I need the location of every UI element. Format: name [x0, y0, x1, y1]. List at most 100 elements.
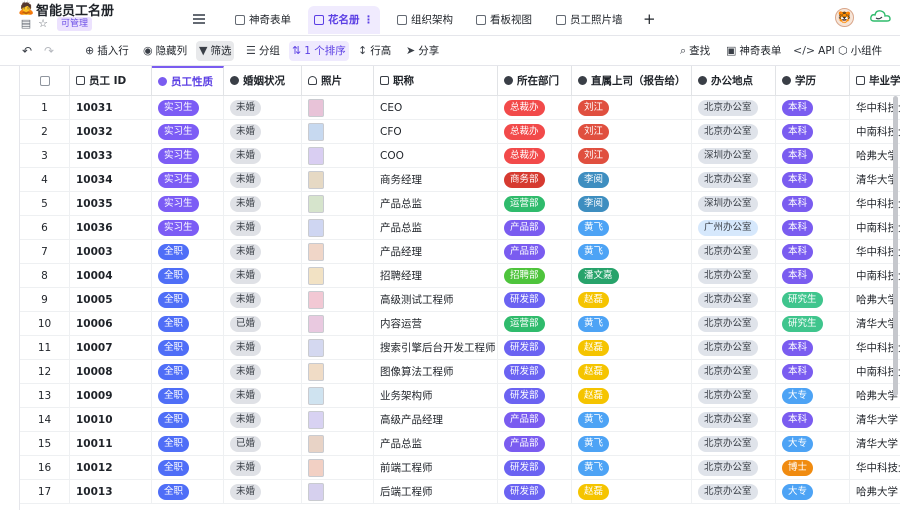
table-row[interactable]: 17 10013 全职 未婚 后端工程师 研发部 赵磊 北京办公室 大专 哈弗大学: [20, 480, 900, 504]
col-header-dept[interactable]: 所在部门: [498, 66, 572, 95]
employee-id-cell[interactable]: 10013: [70, 480, 152, 503]
employee-type-badge-cell[interactable]: 全职: [152, 432, 224, 455]
employee-id-cell[interactable]: 10010: [70, 408, 152, 431]
office-badge-cell[interactable]: 深圳办公室: [692, 144, 776, 167]
photo-thumbnail-cell[interactable]: [302, 192, 374, 215]
photo-thumbnail-cell[interactable]: [302, 120, 374, 143]
col-header-title[interactable]: 职称: [374, 66, 498, 95]
undo-icon[interactable]: ↶: [22, 44, 32, 58]
manager-badge-cell[interactable]: 刘江: [572, 120, 692, 143]
education-badge-cell[interactable]: 研究生: [776, 312, 850, 335]
employee-id-cell[interactable]: 10005: [70, 288, 152, 311]
doc-info-icon[interactable]: ▤: [20, 18, 32, 30]
dept-badge-cell[interactable]: 研发部: [498, 360, 572, 383]
employee-id-cell[interactable]: 10007: [70, 336, 152, 359]
photo-thumbnail-cell[interactable]: [302, 360, 374, 383]
manager-badge-cell[interactable]: 刘江: [572, 144, 692, 167]
employee-id-cell[interactable]: 10009: [70, 384, 152, 407]
tab-form[interactable]: 神奇表单: [229, 6, 297, 34]
table-row[interactable]: 510035实习生未婚产品总监运营部李阅深圳办公室本科华中科技大学: [20, 192, 900, 216]
office-badge-cell[interactable]: 北京办公室: [692, 432, 776, 455]
row-height-button[interactable]: ↕ 行高: [355, 41, 394, 61]
manager-badge-cell[interactable]: 黄飞: [572, 408, 692, 431]
office-badge-cell[interactable]: 北京办公室: [692, 120, 776, 143]
photo-thumbnail-cell[interactable]: [302, 432, 374, 455]
dept-badge-cell[interactable]: 产品部: [498, 240, 572, 263]
marital-badge-cell[interactable]: 未婚: [224, 360, 302, 383]
marital-badge-cell[interactable]: 未婚: [224, 144, 302, 167]
marital-badge-cell[interactable]: 未婚: [224, 288, 302, 311]
filter-button[interactable]: ▼ 筛选: [196, 41, 235, 61]
employee-type-badge-cell[interactable]: 全职: [152, 456, 224, 479]
employee-type-badge-cell[interactable]: 全职: [152, 384, 224, 407]
marital-badge-cell[interactable]: 未婚: [224, 192, 302, 215]
education-badge-cell[interactable]: 大专: [776, 480, 850, 503]
employee-id-cell[interactable]: 10034: [70, 168, 152, 191]
table-row[interactable]: 9 10005 全职 未婚 高级测试工程师 研发部 赵磊 北京办公室 研究生 哈弗大学: [20, 288, 900, 312]
marital-badge-cell[interactable]: 未婚: [224, 96, 302, 119]
dept-badge-cell[interactable]: 产品部: [498, 408, 572, 431]
photo-thumbnail-cell[interactable]: [302, 336, 374, 359]
office-badge-cell[interactable]: 北京办公室: [692, 456, 776, 479]
tab-org[interactable]: 组织架构: [391, 6, 459, 34]
row-index-cell[interactable]: 3: [20, 144, 70, 167]
office-badge-cell[interactable]: 北京办公室: [692, 336, 776, 359]
employee-id-cell[interactable]: 10011: [70, 432, 152, 455]
photo-thumbnail[interactable]: [308, 338, 324, 357]
api-button[interactable]: </> API: [790, 41, 838, 61]
job-title-cell[interactable]: 产品总监: [374, 192, 498, 215]
cloud-sync-icon[interactable]: [870, 9, 892, 23]
table-row[interactable]: 810004全职未婚招聘经理招聘部潘文嘉北京办公室本科中南科技大学: [20, 264, 900, 288]
job-title-cell[interactable]: 高级产品经理: [374, 408, 498, 431]
form-button[interactable]: ▣ 神奇表单: [723, 41, 784, 61]
photo-thumbnail[interactable]: [308, 218, 324, 237]
photo-thumbnail[interactable]: [308, 122, 324, 141]
photo-thumbnail-cell[interactable]: [302, 456, 374, 479]
table-row[interactable]: 13 10009 全职 未婚 业务架构师 研发部 赵磊 北京办公室 大专 哈弗大学: [20, 384, 900, 408]
vertical-scrollbar[interactable]: [893, 96, 898, 396]
table-row[interactable]: 1210008全职未婚图像算法工程师研发部赵磊北京办公室本科中南科技大学: [20, 360, 900, 384]
tab-roster[interactable]: 花名册 ⋮: [308, 6, 380, 34]
employee-id-cell[interactable]: 10036: [70, 216, 152, 239]
employee-id-cell[interactable]: 10012: [70, 456, 152, 479]
dept-badge-cell[interactable]: 产品部: [498, 216, 572, 239]
office-badge-cell[interactable]: 北京办公室: [692, 168, 776, 191]
marital-badge-cell[interactable]: 已婚: [224, 312, 302, 335]
job-title-cell[interactable]: COO: [374, 144, 498, 167]
col-header-photo[interactable]: 照片: [302, 66, 374, 95]
school-name-cell[interactable]: 清华大学: [850, 432, 900, 455]
marital-badge-cell[interactable]: 未婚: [224, 240, 302, 263]
row-index-cell[interactable]: 1: [20, 96, 70, 119]
marital-badge-cell[interactable]: 未婚: [224, 264, 302, 287]
job-title-cell[interactable]: 商务经理: [374, 168, 498, 191]
photo-thumbnail[interactable]: [308, 290, 324, 309]
dept-badge-cell[interactable]: 总裁办: [498, 96, 572, 119]
photo-thumbnail[interactable]: [308, 362, 324, 381]
employee-type-badge-cell[interactable]: 实习生: [152, 96, 224, 119]
photo-thumbnail[interactable]: [308, 170, 324, 189]
row-index-cell[interactable]: 9: [20, 288, 70, 311]
manager-badge-cell[interactable]: 李阅: [572, 192, 692, 215]
job-title-cell[interactable]: 图像算法工程师: [374, 360, 498, 383]
education-badge-cell[interactable]: 博士: [776, 456, 850, 479]
select-all-checkbox[interactable]: [20, 66, 70, 95]
row-index-cell[interactable]: 11: [20, 336, 70, 359]
manager-badge-cell[interactable]: 赵磊: [572, 336, 692, 359]
education-badge-cell[interactable]: 大专: [776, 384, 850, 407]
table-row[interactable]: 3 10033 实习生 未婚 COO 总裁办 刘江 深圳办公室 本科 哈弗大学: [20, 144, 900, 168]
school-name-cell[interactable]: 清华大学: [850, 408, 900, 431]
education-badge-cell[interactable]: 本科: [776, 360, 850, 383]
employee-id-cell[interactable]: 10033: [70, 144, 152, 167]
row-index-cell[interactable]: 6: [20, 216, 70, 239]
table-row[interactable]: 610036实习生未婚产品总监产品部黄飞广州办公室本科中南科技大学: [20, 216, 900, 240]
office-badge-cell[interactable]: 北京办公室: [692, 288, 776, 311]
office-badge-cell[interactable]: 北京办公室: [692, 96, 776, 119]
row-index-cell[interactable]: 13: [20, 384, 70, 407]
manager-badge-cell[interactable]: 黄飞: [572, 312, 692, 335]
office-badge-cell[interactable]: 北京办公室: [692, 240, 776, 263]
col-header-office[interactable]: 办公地点: [692, 66, 776, 95]
star-icon[interactable]: ☆: [37, 18, 49, 30]
employee-id-cell[interactable]: 10032: [70, 120, 152, 143]
dept-badge-cell[interactable]: 商务部: [498, 168, 572, 191]
photo-thumbnail[interactable]: [308, 146, 324, 165]
